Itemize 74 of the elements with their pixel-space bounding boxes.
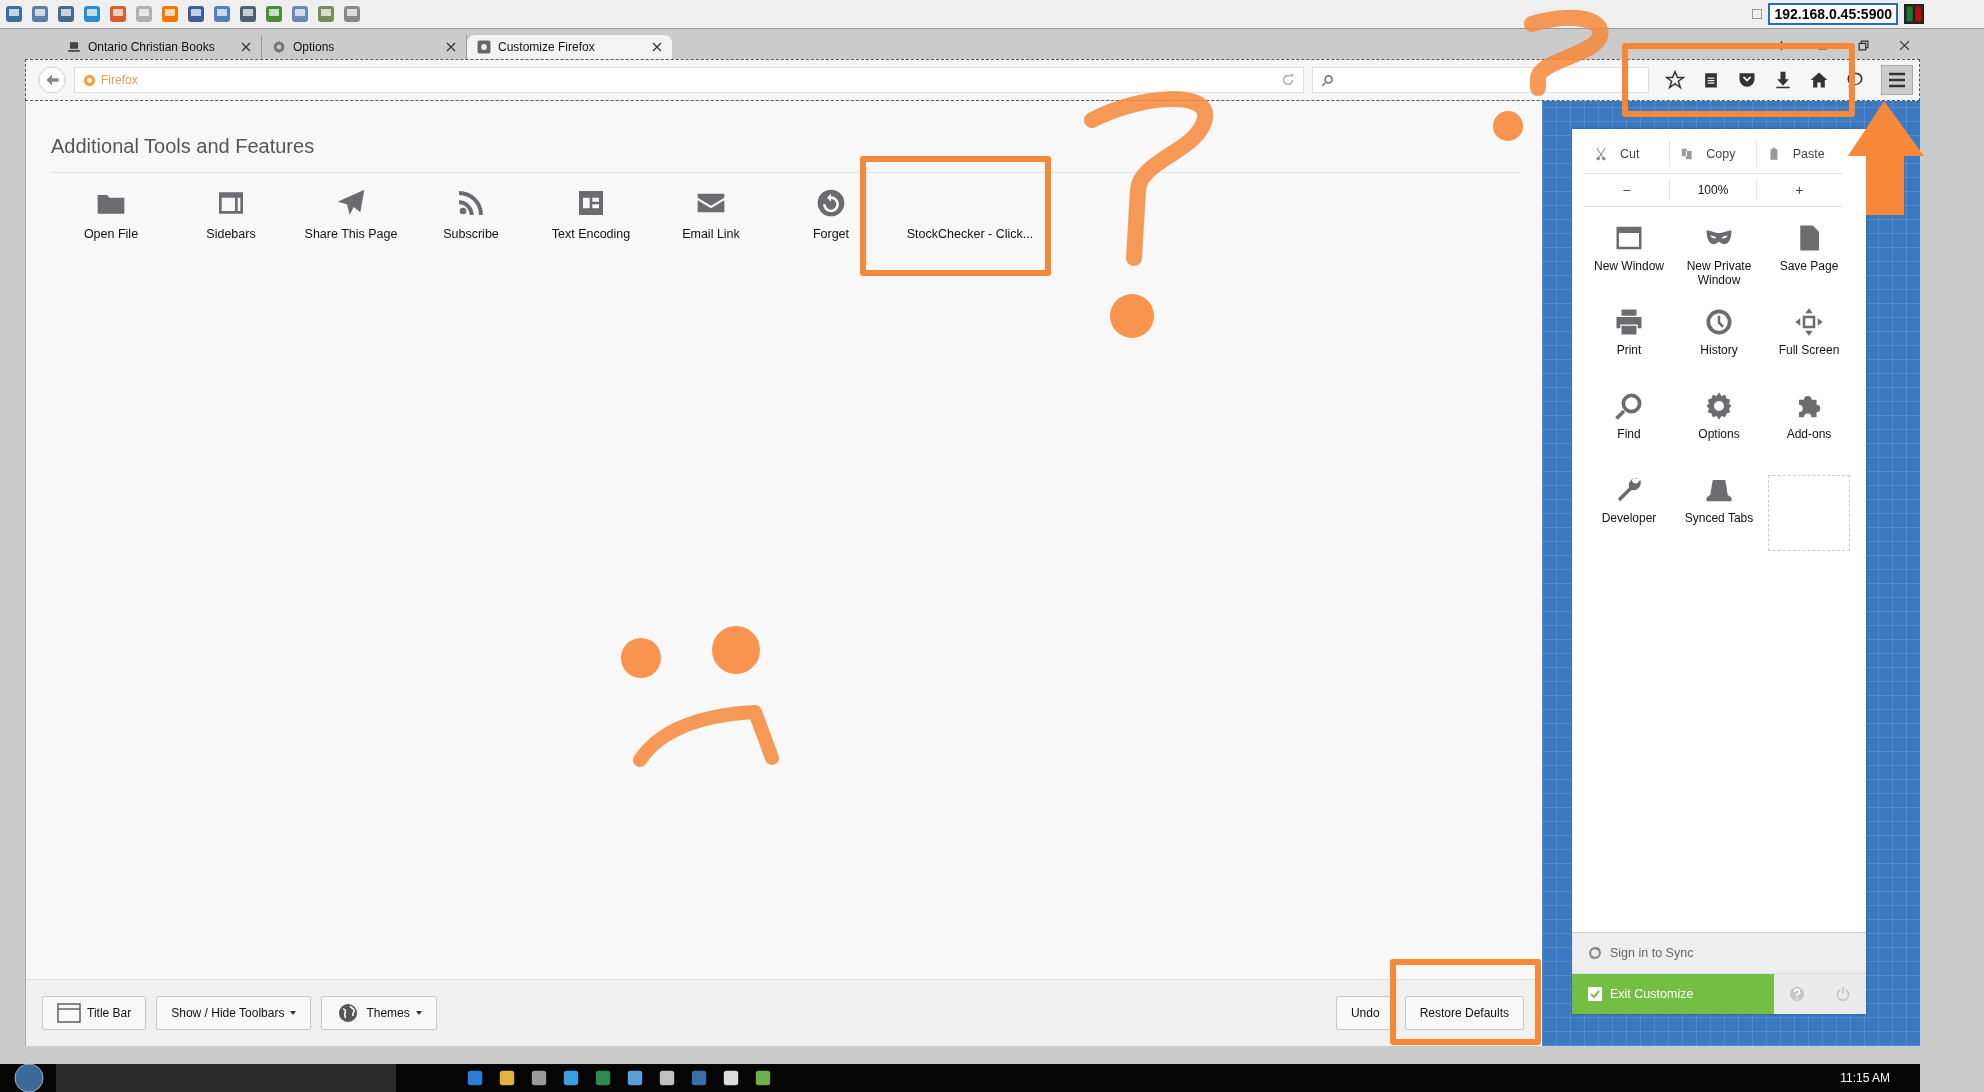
square-icon <box>1752 9 1763 19</box>
star-icon[interactable] <box>1665 70 1685 90</box>
search-field[interactable] <box>1312 67 1649 93</box>
menu-button[interactable] <box>1881 65 1913 95</box>
menu-item[interactable]: Developer <box>1584 475 1674 545</box>
menu-icon <box>1887 72 1907 88</box>
toolbar-button[interactable]: Show / Hide Toolbars <box>156 996 312 1030</box>
status-indicator-icon <box>1904 4 1924 24</box>
toolbar-button[interactable]: Themes <box>321 996 437 1030</box>
pocket-icon[interactable] <box>1737 70 1757 90</box>
app-icon[interactable] <box>530 1069 548 1087</box>
app-icon[interactable] <box>562 1069 580 1087</box>
edit-button[interactable]: Copy <box>1670 141 1757 167</box>
search-icon <box>1614 391 1644 421</box>
palette-item[interactable]: StockChecker - Click... <box>895 187 1045 241</box>
palette-item[interactable]: Sidebars <box>171 187 291 241</box>
app-icon[interactable] <box>722 1069 740 1087</box>
close-icon[interactable] <box>1899 39 1910 51</box>
copy-icon <box>1680 147 1695 161</box>
dot-drawing <box>1110 294 1154 338</box>
close-icon[interactable] <box>241 42 251 52</box>
edit-button[interactable]: Cut <box>1584 141 1671 167</box>
toolbar-button[interactable]: Restore Defaults <box>1404 996 1524 1030</box>
address-display: 192.168.0.45:5900 <box>1768 3 1898 25</box>
palette-item[interactable]: Forget <box>771 187 891 241</box>
sync-button[interactable]: Sign in to Sync <box>1572 932 1866 973</box>
menu-item[interactable]: New Private Window <box>1674 223 1764 293</box>
start-button[interactable] <box>14 1063 44 1092</box>
caret-icon <box>290 1011 297 1015</box>
zoom-level: 100% <box>1669 180 1757 200</box>
app-icon[interactable] <box>754 1069 772 1087</box>
checkmark-icon <box>1588 987 1602 1001</box>
eye-drawing <box>712 626 760 674</box>
back-button[interactable] <box>38 66 66 94</box>
sync-icon <box>1588 946 1602 960</box>
circular-arrow-icon <box>815 187 847 219</box>
caret-icon <box>415 1011 422 1015</box>
app-icon[interactable] <box>626 1069 644 1087</box>
dot-drawing <box>1493 111 1523 141</box>
close-icon[interactable] <box>446 42 456 52</box>
clock-icon <box>1704 307 1734 337</box>
browser-tab[interactable]: Customize Firefox <box>467 35 672 59</box>
fullscreen-arrows-icon <box>1794 307 1824 337</box>
app-icon[interactable] <box>498 1069 516 1087</box>
edit-button[interactable]: Paste <box>1756 141 1842 167</box>
menu-item[interactable]: Find <box>1584 391 1674 461</box>
download-icon[interactable] <box>1773 70 1793 90</box>
search-icon <box>1321 73 1334 87</box>
window-icon <box>57 1003 81 1023</box>
home-icon[interactable] <box>1809 70 1829 90</box>
menu-item[interactable]: New Window <box>1584 223 1674 293</box>
app-icon[interactable] <box>658 1069 676 1087</box>
palette-item[interactable]: Subscribe <box>411 187 531 241</box>
menu-item[interactable]: History <box>1674 307 1764 377</box>
restore-icon[interactable] <box>1858 39 1869 51</box>
menu-item[interactable]: Save Page <box>1764 223 1854 293</box>
menu-item[interactable]: Synced Tabs <box>1674 475 1764 545</box>
toolbar-button[interactable]: Title Bar <box>42 996 147 1030</box>
palette-item[interactable]: Open File <box>51 187 171 241</box>
menu-item[interactable]: Print <box>1584 307 1674 377</box>
palette-item[interactable]: Text Encoding <box>531 187 651 241</box>
printer-icon <box>1614 307 1644 337</box>
menu-item[interactable]: Full Screen <box>1764 307 1854 377</box>
palette-item[interactable]: Share This Page <box>291 187 411 241</box>
laptop-icon <box>67 40 81 54</box>
zoom-button[interactable]: + <box>1756 180 1842 200</box>
close-icon[interactable] <box>652 42 662 52</box>
zoom-button[interactable]: − <box>1584 180 1670 200</box>
eye-drawing <box>621 638 661 678</box>
menu-item[interactable]: Add-ons <box>1764 391 1854 461</box>
palette-item[interactable]: Email Link <box>651 187 771 241</box>
scissors-icon <box>1594 147 1608 161</box>
clock: 11:15 AM <box>1840 1071 1890 1085</box>
menu-item[interactable]: Options <box>1674 391 1764 461</box>
